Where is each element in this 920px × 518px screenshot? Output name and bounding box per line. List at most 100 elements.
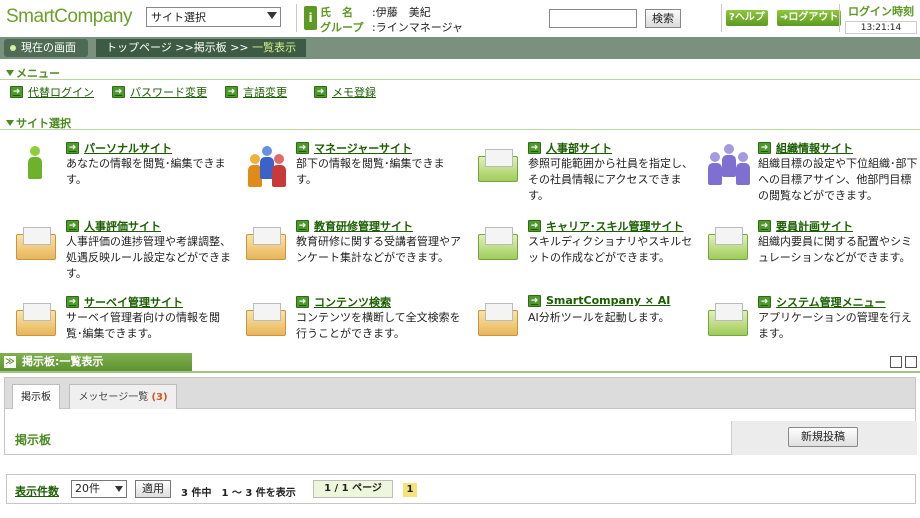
login-time-label: ログイン時刻 [848,5,914,18]
site-section-header[interactable]: サイト選択 [0,115,920,130]
folder-icon [474,140,522,186]
site-tile-link[interactable]: コンテンツ検索 [314,294,391,310]
help-button[interactable]: ?ヘルプ [726,10,768,26]
site-select-dropdown[interactable]: サイト選択 [146,7,281,27]
site-tile-link[interactable]: 人事部サイト [546,140,612,156]
pager: 表示件数 20件 適用 3 件中 1 ～ 3 件を表示 1 / 1 ページ 1 [6,474,916,504]
maximize-icon[interactable] [905,356,917,368]
user-info-icon: i [304,6,317,30]
site-tile-manager[interactable]: ➜ マネージャーサイト 部下の情報を閲覧･編集できます。 [240,134,466,206]
bulletin-panel-title-text: 掲示板:一覧表示 [22,355,104,368]
logout-button[interactable]: ➜ログアウト [777,10,842,26]
collapse-triangle-icon[interactable] [6,120,14,126]
tab-messages[interactable]: メッセージ一覧 (3) [69,384,177,411]
site-tile-link[interactable]: キャリア･スキル管理サイト [546,218,684,234]
site-tile-title[interactable]: ➜ 人事評価サイト [66,218,161,234]
site-tile-title[interactable]: ➜ システム管理メニュー [758,294,886,310]
search-input[interactable] [549,9,637,28]
minimize-icon[interactable] [890,356,902,368]
menu-item-memo[interactable]: ➜ メモ登録 [314,84,376,100]
folder-icon [474,218,522,264]
arrow-right-icon: ➜ [528,142,541,154]
site-tile-title[interactable]: ➜ キャリア･スキル管理サイト [528,218,684,234]
site-tile-title[interactable]: ➜ 人事部サイト [528,140,612,156]
site-tile-hr[interactable]: ➜ 人事部サイト 参照可能範囲から社員を指定し、その社員情報にアクセスできます。 [472,134,698,206]
menu-section-header[interactable]: メニュー [0,65,920,80]
arrow-right-icon: ➜ [758,220,771,232]
site-tile-title[interactable]: ➜ SmartCompany × AI [528,294,670,307]
menu-item-language[interactable]: ➜ 言語変更 [225,84,287,100]
arrow-right-icon: ➜ [112,86,125,98]
site-tile-link[interactable]: 要員計画サイト [776,218,853,234]
site-tile-title[interactable]: ➜ コンテンツ検索 [296,294,391,310]
board-label: 掲示板 [15,433,52,447]
site-tile-link[interactable]: SmartCompany × AI [546,294,670,307]
site-tile-desc: コンテンツを横断して全文検索を行うことができます。 [296,311,461,340]
site-tile-career[interactable]: ➜ キャリア･スキル管理サイト スキルディクショナリやスキルセットの作成などができ… [472,212,698,284]
site-tile-link[interactable]: 組織情報サイト [776,140,853,156]
site-tile-title[interactable]: ➜ 組織情報サイト [758,140,853,156]
bulletin-panel-title[interactable]: ≫ 掲示板:一覧表示 [0,353,192,371]
apply-button[interactable]: 適用 [135,480,171,498]
user-group-value: ラインマネージャ [375,21,463,34]
search-button[interactable]: 検索 [645,9,681,28]
site-tile-desc: スキルディクショナリやスキルセットの作成などができます。 [528,235,693,264]
site-tile-link[interactable]: マネージャーサイト [314,140,412,156]
login-time-value: 13:21:14 [845,21,917,34]
site-tile-evaluation[interactable]: ➜ 人事評価サイト 人事評価の進捗管理や考課調整、処遇反映ルール設定などができます… [10,212,236,284]
collapse-icon[interactable]: ≫ [4,356,16,368]
site-tile-desc: アプリケーションの管理を行えます。 [758,311,912,340]
arrow-right-icon: ➜ [296,296,309,308]
site-tile-link[interactable]: システム管理メニュー [776,294,886,310]
user-group-label: グループ [320,21,364,34]
per-page-select[interactable]: 20件 [71,480,127,498]
breadcrumb-path[interactable]: トップページ >>掲示板 >> 一覧表示 [96,39,307,57]
help-button-label: ヘルプ [734,12,765,23]
site-tile-org[interactable]: ➜ 組織情報サイト 組織目標の設定や下位組織･部下への目標アサイン、他部門目標の閲… [702,134,920,206]
menu-item-password[interactable]: ➜ パスワード変更 [112,84,207,100]
site-tile-training[interactable]: ➜ 教育研修管理サイト 教育研修に関する受講者管理やアンケート集計などができます。 [240,212,466,284]
site-tile-title[interactable]: ➜ パーソナルサイト [66,140,172,156]
page-link-1[interactable]: 1 [403,483,417,497]
site-tile-title[interactable]: ➜ 教育研修管理サイト [296,218,413,234]
site-tile-title[interactable]: ➜ サーベイ管理サイト [66,294,183,310]
app-logo: SmartCompany [6,6,133,27]
breadcrumb-links[interactable]: トップページ >>掲示板 >> [106,41,252,54]
site-tile-link[interactable]: 人事評価サイト [84,218,161,234]
site-tile-desc: 教育研修に関する受講者管理やアンケート集計などができます。 [296,235,461,264]
menu-item-label: メモ登録 [332,86,376,99]
folder-icon [704,218,752,264]
site-tile-link[interactable]: 教育研修管理サイト [314,218,413,234]
menu-item-alt-login[interactable]: ➜ 代替ログイン [10,84,94,100]
site-tile-content-search[interactable]: ➜ コンテンツ検索 コンテンツを横断して全文検索を行うことができます。 [240,288,466,360]
site-tile-personal[interactable]: ➜ パーソナルサイト あなたの情報を閲覧･編集できます。 [10,134,236,206]
folder-icon [12,294,60,340]
site-tile-system-admin[interactable]: ➜ システム管理メニュー アプリケーションの管理を行えます。 [702,288,920,360]
bulletin-tabs: 掲示板 メッセージ一覧 (3) [4,377,916,411]
site-tile-desc: AI分析ツールを起動します。 [528,311,670,324]
arrow-right-icon: ➜ [10,86,23,98]
site-tile-title[interactable]: ➜ マネージャーサイト [296,140,412,156]
chevron-down-icon [267,12,277,19]
site-tile-link[interactable]: パーソナルサイト [84,140,172,156]
tab-board[interactable]: 掲示板 [12,384,60,411]
site-tile-staffing[interactable]: ➜ 要員計画サイト 組織内要員に関する配置やシミュレーションなどができます。 [702,212,920,284]
per-page-label[interactable]: 表示件数 [15,483,59,499]
site-tile-title[interactable]: ➜ 要員計画サイト [758,218,853,234]
arrow-right-icon: ➜ [758,142,771,154]
tab-messages-label: メッセージ一覧 [78,392,149,403]
gear-folder-icon [704,294,752,340]
new-post-button[interactable]: 新規投稿 [788,427,858,447]
per-page-value: 20件 [75,482,100,495]
arrow-right-icon: ➜ [66,220,79,232]
arrow-right-icon: ➜ [225,86,238,98]
site-tile-link[interactable]: サーベイ管理サイト [84,294,183,310]
bullet-icon [10,45,16,51]
site-tile-survey[interactable]: ➜ サーベイ管理サイト サーベイ管理者向けの情報を閲覧･編集できます。 [10,288,236,360]
bulletin-panel-header: ≫ 掲示板:一覧表示 [0,353,920,373]
current-screen-text: 現在の画面 [21,41,76,54]
collapse-triangle-icon[interactable] [6,70,14,76]
menu-item-label: パスワード変更 [130,86,207,99]
site-tile-ai[interactable]: ➜ SmartCompany × AI AI分析ツールを起動します。 [472,288,698,360]
divider [296,4,297,32]
